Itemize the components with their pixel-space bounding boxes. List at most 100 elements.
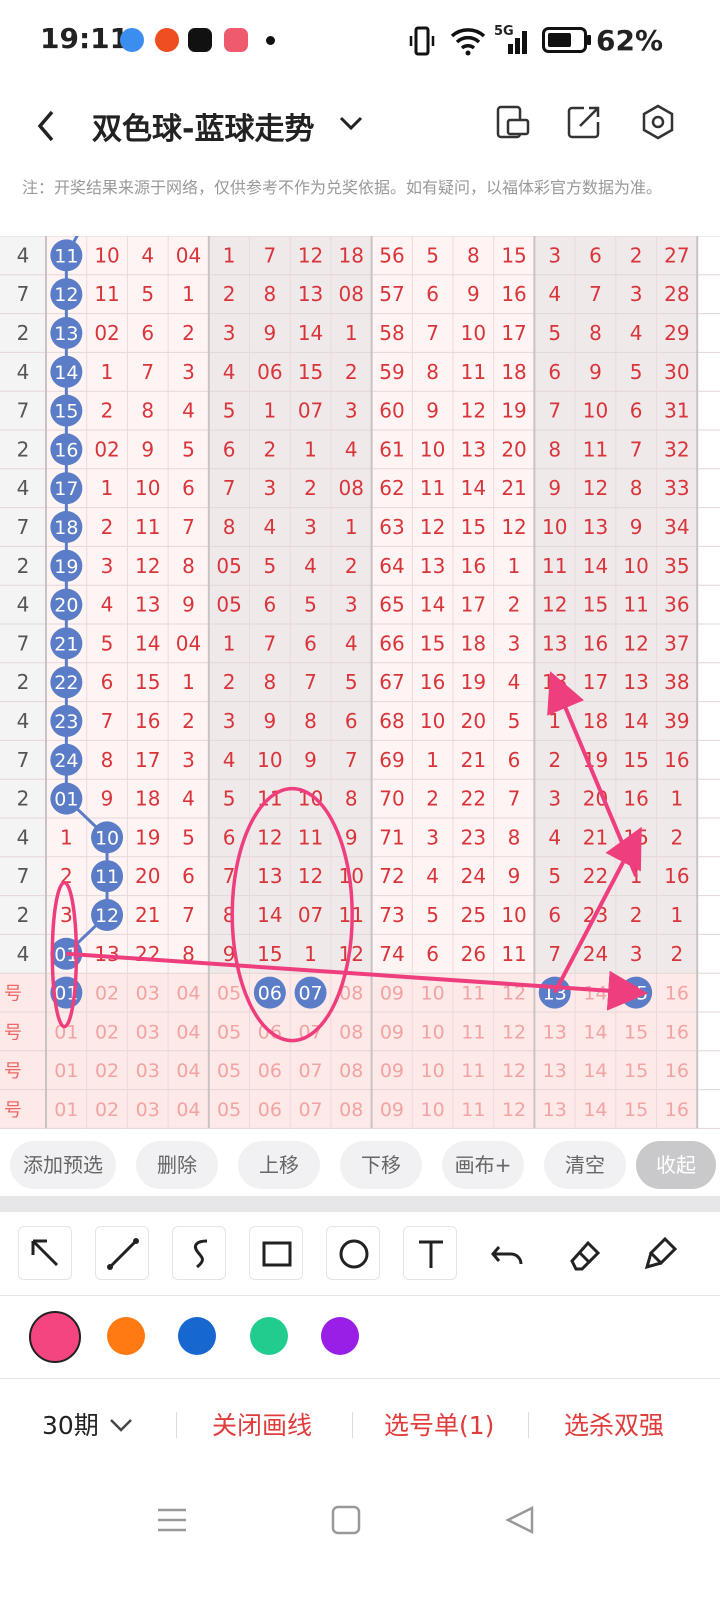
circle-tool-icon[interactable] xyxy=(326,1226,380,1280)
move-down-button[interactable]: 下移 xyxy=(340,1141,422,1189)
omission-value: 13 xyxy=(420,554,445,578)
omission-value: 20 xyxy=(135,864,160,888)
omission-value: 21 xyxy=(583,825,608,849)
omission-value: 18 xyxy=(583,709,608,733)
omission-value: 13 xyxy=(623,670,648,694)
omission-value: 13 xyxy=(298,282,323,306)
omission-value: 5 xyxy=(304,593,317,617)
back-button[interactable] xyxy=(32,106,62,146)
collapse-button[interactable]: 收起 xyxy=(636,1141,716,1189)
select-row-label: 号 xyxy=(4,1100,22,1121)
select-number: 05 xyxy=(217,1021,241,1043)
color-swatch-orange[interactable] xyxy=(107,1317,145,1355)
undo-icon[interactable] xyxy=(480,1226,534,1280)
select-number: 14 xyxy=(583,1060,607,1082)
period-tail-digit: 7 xyxy=(17,282,30,306)
period-selector[interactable]: 30期 xyxy=(42,1406,99,1442)
omission-value: 9 xyxy=(182,593,195,617)
omission-value: 5 xyxy=(548,864,561,888)
menu-nav-icon[interactable] xyxy=(156,1504,188,1536)
omission-value: 6 xyxy=(182,864,195,888)
chevron-down-icon[interactable] xyxy=(108,1412,134,1438)
period-tail-digit: 4 xyxy=(17,825,30,849)
rect-tool-icon[interactable] xyxy=(249,1226,303,1280)
omission-value: 1 xyxy=(670,903,683,927)
omission-value: 9 xyxy=(345,825,358,849)
select-number: 04 xyxy=(176,983,200,1005)
blue-ball-number: 11 xyxy=(54,245,78,267)
share-icon[interactable] xyxy=(564,102,604,142)
bottom-bar: 30期 关闭画线 选号单(1) 选杀双强 xyxy=(0,1380,720,1470)
omission-value: 1 xyxy=(345,321,358,345)
delete-button[interactable]: 删除 xyxy=(136,1141,218,1189)
select-number: 15 xyxy=(624,1099,648,1121)
omission-value: 10 xyxy=(135,476,160,500)
home-nav-icon[interactable] xyxy=(330,1504,362,1536)
ticket-button[interactable]: 选号单(1) xyxy=(384,1406,494,1442)
omission-value: 2 xyxy=(101,515,114,539)
omission-value: 8 xyxy=(467,243,480,267)
line-tool-icon[interactable] xyxy=(95,1226,149,1280)
battery-icon xyxy=(542,27,591,53)
omission-value: 2 xyxy=(426,787,439,811)
omission-value: 5 xyxy=(182,437,195,461)
kill-double-button[interactable]: 选杀双强 xyxy=(564,1406,664,1442)
omission-value: 15 xyxy=(298,360,323,384)
back-nav-icon[interactable] xyxy=(504,1504,536,1536)
omission-value: 59 xyxy=(379,360,404,384)
color-swatch-purple[interactable] xyxy=(321,1317,359,1355)
period-tail-digit: 2 xyxy=(17,787,30,811)
curve-tool-icon[interactable] xyxy=(172,1226,226,1280)
blue-ball-number: 12 xyxy=(95,905,119,927)
omission-value: 7 xyxy=(263,243,276,267)
omission-value: 9 xyxy=(548,476,561,500)
edit-actions-bar: 添加预选 删除 上移 下移 画布+ 清空 收起 xyxy=(0,1136,720,1196)
vibrate-icon xyxy=(409,26,435,56)
add-preselect-button[interactable]: 添加预选 xyxy=(10,1141,116,1189)
clear-canvas-icon[interactable] xyxy=(634,1226,688,1280)
omission-value: 6 xyxy=(223,437,236,461)
omission-value: 1 xyxy=(345,515,358,539)
period-tail-digit: 4 xyxy=(17,360,30,384)
page-title[interactable]: 双色球-蓝球走势 xyxy=(92,104,314,148)
close-draw-button[interactable]: 关闭画线 xyxy=(212,1406,312,1442)
select-number: 16 xyxy=(665,1060,689,1082)
omission-value: 12 xyxy=(542,593,567,617)
screenshot-icon[interactable] xyxy=(494,102,534,142)
omission-value: 13 xyxy=(257,864,282,888)
omission-value: 4 xyxy=(223,360,236,384)
status-bar: 19:11 5G 62% xyxy=(0,0,720,80)
omission-value: 13 xyxy=(583,515,608,539)
select-number: 03 xyxy=(136,1099,160,1121)
arrow-tool-icon[interactable] xyxy=(18,1226,72,1280)
omission-value: 64 xyxy=(379,554,404,578)
omission-value: 14 xyxy=(623,709,648,733)
canvas-plus-button[interactable]: 画布+ xyxy=(442,1141,524,1189)
omission-value: 20 xyxy=(501,437,526,461)
move-up-button[interactable]: 上移 xyxy=(238,1141,320,1189)
eraser-icon[interactable] xyxy=(557,1226,611,1280)
select-number: 16 xyxy=(665,983,689,1005)
settings-icon[interactable] xyxy=(638,102,678,142)
omission-value: 7 xyxy=(630,437,643,461)
omission-value: 7 xyxy=(182,903,195,927)
trend-table[interactable]: 4 11 10 4 04 1 7 12 18 56 5 8 15 3 6 2 27 7 12 11 5 1 2 8 13 08 57… xyxy=(0,236,720,1132)
omission-value: 2 xyxy=(670,825,683,849)
omission-value: 3 xyxy=(630,942,643,966)
text-tool-icon[interactable] xyxy=(403,1226,457,1280)
select-number: 13 xyxy=(543,1021,567,1043)
title-dropdown-chevron-icon[interactable] xyxy=(338,110,364,136)
omission-value: 3 xyxy=(508,631,521,655)
clear-button[interactable]: 清空 xyxy=(544,1141,626,1189)
color-swatch-pink[interactable] xyxy=(29,1311,81,1363)
omission-value: 24 xyxy=(461,864,486,888)
omission-value: 63 xyxy=(379,515,404,539)
select-number: 12 xyxy=(502,1021,526,1043)
select-number: 11 xyxy=(461,1021,485,1043)
omission-value: 9 xyxy=(101,787,114,811)
omission-value: 17 xyxy=(461,593,486,617)
color-swatch-blue[interactable] xyxy=(178,1317,216,1355)
omission-value: 14 xyxy=(420,593,445,617)
color-swatch-green[interactable] xyxy=(250,1317,288,1355)
omission-value: 3 xyxy=(263,476,276,500)
